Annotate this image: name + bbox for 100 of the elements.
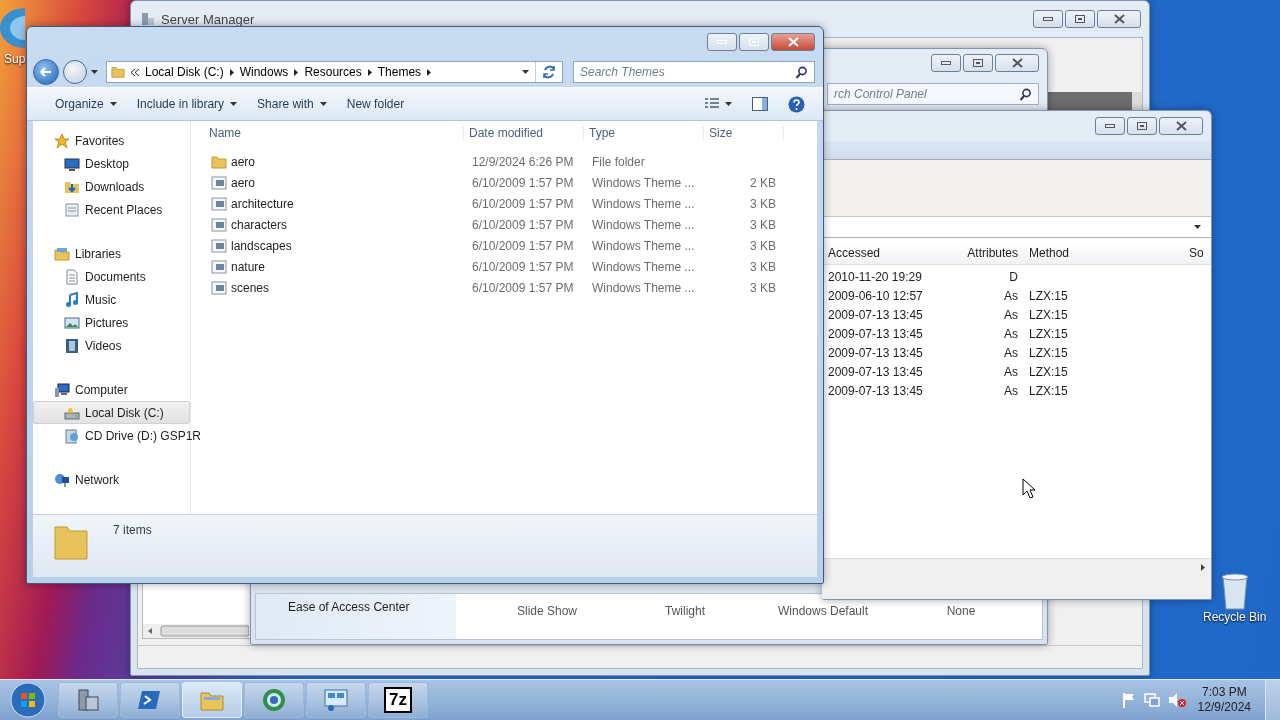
back-button[interactable] bbox=[33, 59, 59, 85]
nav-item[interactable]: Recent Places bbox=[85, 202, 163, 217]
picture-icon bbox=[64, 314, 80, 331]
table-cell-text: 2009-07-13 13:45 bbox=[828, 326, 924, 341]
taskbar-button[interactable] bbox=[58, 682, 118, 718]
toolbar-button[interactable]: Organize bbox=[45, 92, 127, 116]
taskbar-button[interactable] bbox=[120, 682, 180, 718]
nav-item[interactable]: Music bbox=[85, 292, 117, 307]
dropdown-caret-icon bbox=[522, 70, 529, 74]
toolbar-button[interactable]: New folder bbox=[336, 92, 415, 116]
file-name[interactable]: aero bbox=[231, 175, 256, 190]
table-cell-text: 3 KB bbox=[749, 259, 777, 274]
file-name[interactable]: characters bbox=[231, 217, 288, 232]
library-icon bbox=[54, 245, 70, 262]
close-button[interactable] bbox=[1097, 10, 1141, 28]
nav-item[interactable]: Pictures bbox=[85, 315, 129, 330]
folder-icon bbox=[51, 523, 91, 563]
file-name[interactable]: nature bbox=[231, 259, 266, 274]
nav-item[interactable]: Favorites bbox=[75, 133, 125, 148]
selected-nav-row[interactable]: Local Disk (C:) bbox=[33, 401, 190, 424]
breadcrumb-item[interactable]: Windows bbox=[239, 65, 289, 79]
minimize-button[interactable] bbox=[707, 33, 737, 51]
server-icon bbox=[141, 12, 155, 26]
maximize-button[interactable] bbox=[963, 54, 993, 72]
table-cell-text: LZX:15 bbox=[1028, 383, 1069, 398]
minimize-button[interactable] bbox=[1033, 10, 1063, 28]
horizontal-scrollbar[interactable] bbox=[143, 624, 249, 638]
search-icon bbox=[795, 65, 808, 79]
file-name[interactable]: architecture bbox=[231, 196, 294, 211]
table-cell-text: 2010-11-20 19:29 bbox=[828, 269, 923, 284]
nav-item[interactable]: CD Drive (D:) GSP1R bbox=[85, 428, 201, 443]
close-button[interactable] bbox=[1159, 117, 1203, 135]
column-header[interactable]: Accessed bbox=[828, 246, 928, 260]
table-cell-text: 3 KB bbox=[749, 280, 777, 295]
address-bar[interactable]: Local Disk (C:) Windows Resources Themes bbox=[106, 61, 563, 83]
breadcrumb-item[interactable]: Local Disk (C:) bbox=[145, 65, 224, 79]
nav-item[interactable]: Downloads bbox=[85, 179, 145, 194]
file-name[interactable]: aero bbox=[231, 154, 256, 169]
clock-time[interactable]: 7:03 PM bbox=[1201, 685, 1247, 700]
desktop-icon-label[interactable]: Recycle Bin bbox=[1203, 610, 1267, 624]
column-header[interactable]: So bbox=[1189, 246, 1211, 260]
clock-date[interactable]: 12/9/2024 bbox=[1197, 700, 1251, 715]
file-name[interactable]: landscapes bbox=[231, 238, 292, 253]
recent-places-icon bbox=[64, 201, 80, 218]
column-header[interactable]: Method bbox=[1024, 246, 1189, 260]
nav-item[interactable]: Desktop bbox=[85, 156, 130, 171]
search-field[interactable]: Search Themes bbox=[573, 61, 815, 83]
network-icon[interactable] bbox=[1143, 692, 1160, 708]
table-cell-text: As bbox=[1003, 383, 1019, 398]
column-header[interactable]: Date modified bbox=[464, 126, 584, 140]
theme-setting: Windows Default bbox=[776, 604, 869, 620]
globe-icon bbox=[261, 687, 287, 713]
column-header[interactable]: Size bbox=[704, 126, 784, 140]
minimize-button[interactable] bbox=[931, 54, 961, 72]
nav-item[interactable]: Local Disk (C:) bbox=[85, 405, 164, 420]
table-cell-text: As bbox=[1003, 345, 1019, 360]
minimize-button[interactable] bbox=[1095, 117, 1125, 135]
toolbar-button[interactable]: Share with bbox=[247, 92, 337, 116]
muted-speaker-icon[interactable] bbox=[1167, 692, 1186, 708]
nav-item[interactable]: Network bbox=[75, 472, 119, 487]
scroll-right-icon[interactable] bbox=[1201, 563, 1205, 571]
column-header[interactable]: Name bbox=[201, 126, 464, 140]
folder-icon bbox=[211, 153, 227, 170]
help-icon bbox=[788, 95, 805, 113]
monitor-icon bbox=[64, 155, 80, 172]
table-cell-text: Windows Theme ... bbox=[591, 259, 696, 274]
column-header[interactable]: Attributes bbox=[928, 246, 1024, 260]
table-cell-text: File folder bbox=[591, 154, 646, 169]
horizontal-scrollbar[interactable] bbox=[822, 558, 1211, 575]
nav-item[interactable]: Documents bbox=[85, 269, 146, 284]
taskbar-button[interactable] bbox=[244, 682, 304, 718]
table-cell-text: Windows Theme ... bbox=[591, 175, 696, 190]
breadcrumb-item[interactable]: Themes bbox=[377, 65, 422, 79]
minimize-icon bbox=[941, 61, 951, 65]
close-button[interactable] bbox=[995, 54, 1039, 72]
close-button[interactable] bbox=[771, 33, 815, 51]
nav-item[interactable]: Libraries bbox=[75, 246, 122, 261]
taskbar-button[interactable]: 7z bbox=[368, 682, 428, 718]
network-icon bbox=[54, 471, 70, 488]
table-cell-text: As bbox=[1003, 288, 1019, 303]
taskbar-button[interactable] bbox=[306, 682, 366, 718]
column-header[interactable]: Type bbox=[584, 126, 704, 140]
table-cell-text: LZX:15 bbox=[1028, 288, 1069, 303]
maximize-button[interactable] bbox=[1127, 117, 1157, 135]
maximize-button[interactable] bbox=[1065, 10, 1095, 28]
restore-icon bbox=[1075, 15, 1085, 23]
search-field[interactable]: rch Control Panel bbox=[827, 83, 1039, 105]
nav-item[interactable]: Computer bbox=[75, 382, 128, 397]
nav-item[interactable]: Videos bbox=[85, 338, 122, 353]
file-name[interactable]: scenes bbox=[231, 280, 270, 295]
breadcrumb-item[interactable]: Resources bbox=[304, 65, 362, 79]
music-note-icon bbox=[64, 291, 80, 308]
forward-button[interactable] bbox=[63, 60, 87, 84]
link[interactable]: Ease of Access Center bbox=[288, 600, 410, 614]
table-cell-text: 6/10/2009 1:57 PM bbox=[471, 175, 575, 190]
toolbar-button[interactable]: Include in library bbox=[126, 92, 248, 116]
item-count: 7 items bbox=[113, 523, 152, 537]
breadcrumb-arrow-icon bbox=[427, 68, 432, 76]
maximize-button[interactable] bbox=[739, 33, 769, 51]
dropdown-caret-icon bbox=[1194, 225, 1201, 229]
